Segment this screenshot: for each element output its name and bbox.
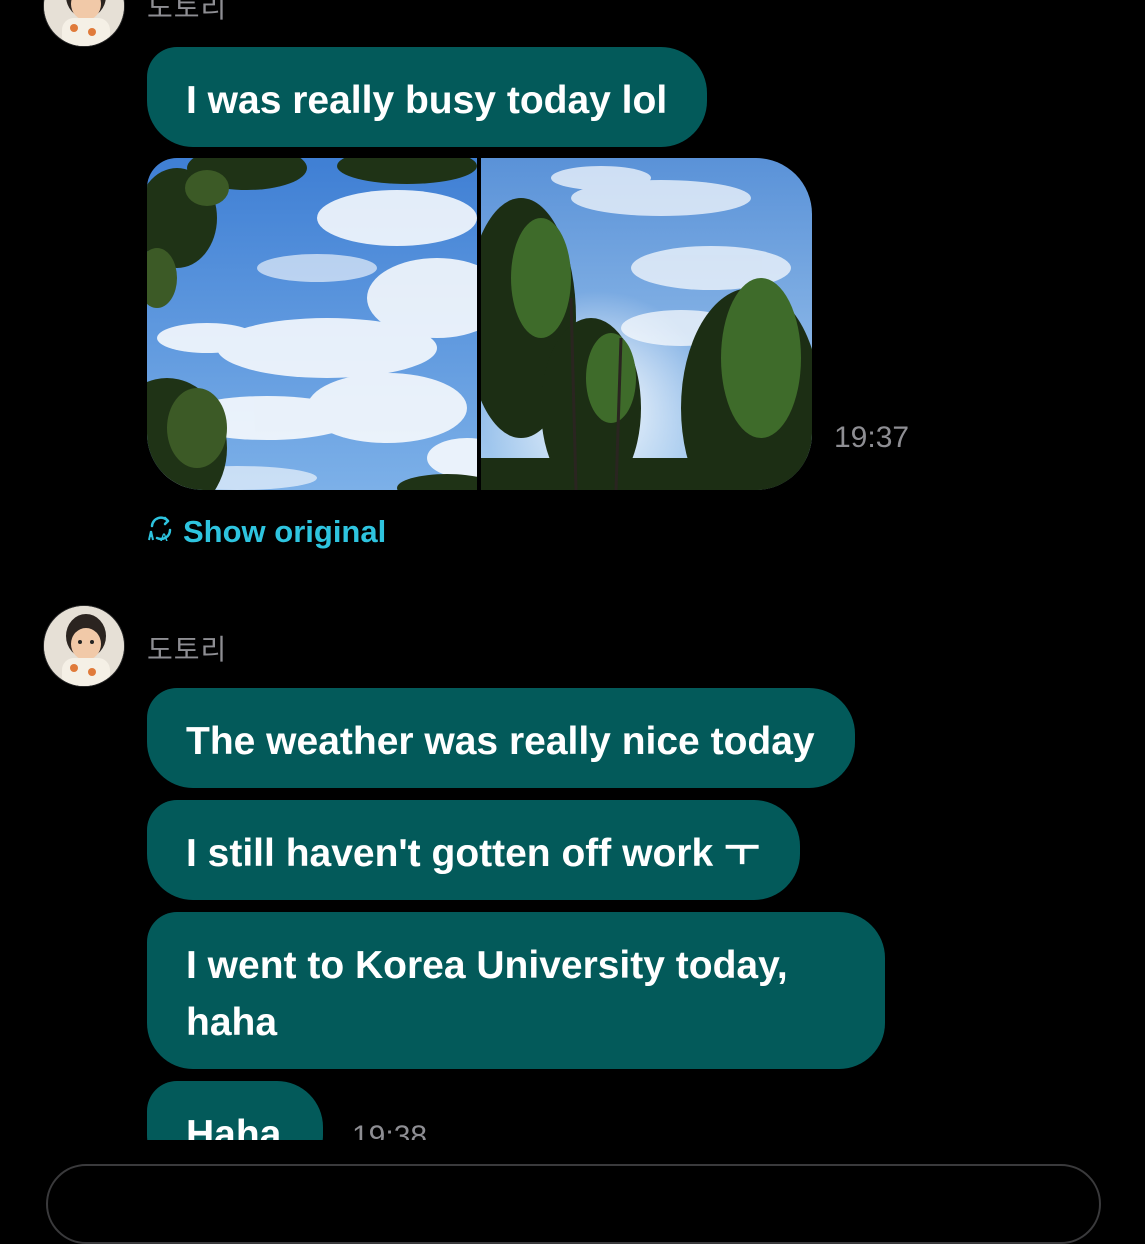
sky-photo-left[interactable] bbox=[147, 158, 477, 490]
message-bubble[interactable]: The weather was really nice today bbox=[147, 688, 855, 788]
message-bubble[interactable]: I still haven't gotten off work ㅜ bbox=[147, 800, 800, 900]
message-bubble[interactable]: I went to Korea University today, haha bbox=[147, 912, 885, 1069]
photo-attachment-group[interactable] bbox=[147, 158, 812, 490]
sender-avatar[interactable] bbox=[43, 0, 125, 47]
show-original-button[interactable]: A Show original bbox=[147, 514, 386, 550]
sender-name: 도토리 bbox=[147, 633, 228, 666]
message-input-field[interactable] bbox=[46, 1164, 1101, 1244]
chat-message-list[interactable]: 도토리 I was really busy today lol 19:37 A … bbox=[0, 0, 1145, 1140]
svg-text:A: A bbox=[160, 532, 168, 542]
message-bubble[interactable]: I was really busy today lol bbox=[147, 47, 708, 147]
sky-photo-right[interactable] bbox=[481, 158, 812, 490]
translate-icon: A bbox=[147, 514, 175, 550]
message-timestamp: 19:38 bbox=[352, 1120, 428, 1140]
show-original-label: Show original bbox=[183, 514, 387, 549]
sender-avatar[interactable] bbox=[43, 605, 125, 687]
message-bubble[interactable]: Haha bbox=[147, 1081, 324, 1140]
sender-name: 도토리 bbox=[147, 0, 228, 24]
message-timestamp: 19:37 bbox=[834, 421, 910, 454]
